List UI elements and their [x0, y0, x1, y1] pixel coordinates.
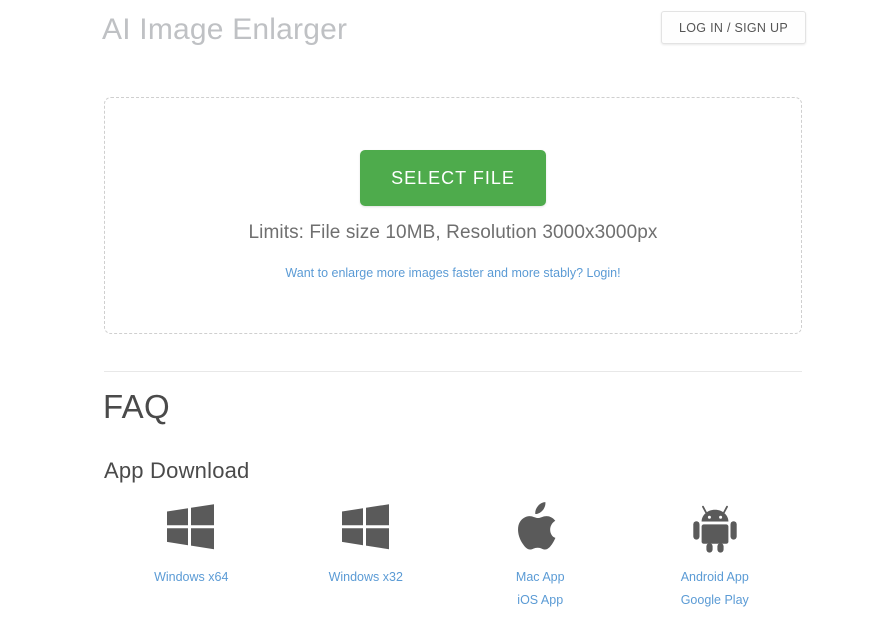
- app-links-android: Android App Google Play: [681, 566, 749, 612]
- app-column-windows-x64: Windows x64: [104, 498, 279, 612]
- app-link-windows-x64[interactable]: Windows x64: [154, 566, 228, 589]
- page-root: AI Image Enlarger LOG IN / SIGN UP SELEC…: [0, 0, 881, 617]
- app-column-apple: Mac App iOS App: [453, 498, 628, 612]
- select-file-button[interactable]: SELECT FILE: [360, 150, 546, 206]
- app-column-android: Android App Google Play: [628, 498, 803, 612]
- app-download-grid: Windows x64 Windows x32 Mac App iOS App …: [104, 498, 802, 612]
- android-icon: [689, 498, 741, 556]
- app-link-windows-x32[interactable]: Windows x32: [329, 566, 403, 589]
- login-signup-button[interactable]: LOG IN / SIGN UP: [661, 11, 806, 44]
- app-column-windows-x32: Windows x32: [279, 498, 454, 612]
- app-link-mac-app[interactable]: Mac App: [516, 566, 565, 589]
- app-link-ios-app[interactable]: iOS App: [517, 589, 563, 612]
- faq-heading: FAQ: [103, 388, 170, 425]
- app-download-heading: App Download: [104, 458, 250, 483]
- file-dropzone[interactable]: SELECT FILE Limits: File size 10MB, Reso…: [104, 97, 802, 334]
- section-divider: [104, 371, 802, 372]
- login-hint-link[interactable]: Want to enlarge more images faster and m…: [105, 266, 801, 280]
- app-link-google-play[interactable]: Google Play: [681, 589, 749, 612]
- site-header: AI Image Enlarger LOG IN / SIGN UP: [0, 0, 881, 72]
- apple-icon: [518, 498, 562, 556]
- windows-icon: [165, 498, 217, 556]
- app-links-apple: Mac App iOS App: [516, 566, 565, 612]
- windows-icon: [340, 498, 392, 556]
- app-links-windows-x64: Windows x64: [154, 566, 228, 589]
- page-title: AI Image Enlarger: [102, 13, 348, 46]
- app-links-windows-x32: Windows x32: [329, 566, 403, 589]
- upload-limits-text: Limits: File size 10MB, Resolution 3000x…: [248, 222, 658, 243]
- app-link-android-app[interactable]: Android App: [681, 566, 749, 589]
